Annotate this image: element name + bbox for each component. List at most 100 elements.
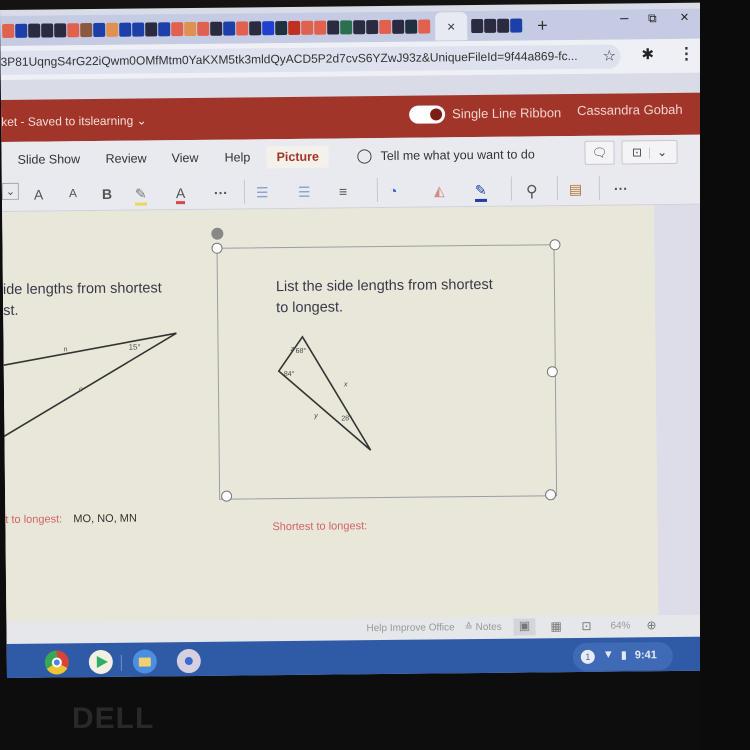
tab-slide-show[interactable]: Slide Show [17, 152, 80, 167]
left-answer-value[interactable]: MO, NO, MN [73, 513, 137, 526]
tab-favicon[interactable] [184, 21, 197, 37]
tab-view[interactable]: View [171, 151, 198, 165]
tab-favicon[interactable] [223, 21, 236, 36]
tab-favicon[interactable] [80, 23, 93, 38]
chevron-down-icon[interactable]: ⌄ [657, 145, 667, 159]
tab-favicon[interactable] [28, 23, 41, 38]
tab-favicon[interactable] [119, 22, 132, 37]
browser-menu-icon[interactable]: ⋮ [678, 44, 694, 64]
tab-favicon[interactable] [158, 22, 171, 37]
shapes-icon[interactable]: ◔ [389, 183, 398, 199]
tab-favicon[interactable] [15, 23, 28, 38]
resize-handle-bottom-right[interactable] [545, 489, 557, 501]
highlight-icon[interactable]: ✎ [134, 185, 147, 206]
tab-favicon[interactable] [262, 21, 275, 36]
tab-favicon[interactable] [41, 23, 54, 38]
designer-icon[interactable]: ▤ [569, 181, 582, 198]
document-title[interactable]: ket - Saved to itslearning ⌄ [1, 113, 147, 129]
tab-favicon[interactable] [510, 18, 523, 33]
present-button[interactable]: ⊡ | ⌄ [621, 139, 678, 165]
user-name[interactable]: Cassandra Gobah [577, 102, 683, 118]
tab-favicon[interactable] [210, 21, 223, 36]
search-icon[interactable]: ⚲ [526, 181, 538, 201]
tab-favicon[interactable] [366, 20, 379, 35]
tab-favicon[interactable] [106, 22, 119, 37]
tab-favicon[interactable] [145, 22, 158, 37]
tab-favicon[interactable] [379, 19, 392, 35]
tab-favicon[interactable] [197, 21, 210, 36]
more-options-button[interactable]: ··· [214, 185, 228, 201]
tab-favicon[interactable] [418, 19, 431, 34]
tab-favicon[interactable] [236, 21, 249, 36]
resize-handle-top-right[interactable] [549, 239, 561, 251]
chrome-app-icon[interactable] [44, 650, 69, 675]
tab-favicon[interactable] [171, 22, 184, 37]
tab-favicon[interactable] [249, 21, 262, 36]
zoom-level[interactable]: 64% [610, 620, 630, 631]
tab-favicon[interactable] [340, 20, 353, 35]
selection-box[interactable] [216, 244, 558, 500]
reading-view-icon[interactable]: ⊡ [581, 619, 591, 633]
font-color-icon[interactable]: A [175, 185, 186, 205]
bullets-icon[interactable]: ☰ [256, 184, 269, 201]
resize-handle-bottom[interactable] [221, 490, 233, 502]
play-store-app-icon[interactable] [88, 649, 113, 675]
dell-logo: DELL [72, 702, 155, 735]
tab-favicon[interactable] [497, 18, 510, 33]
shape-fill-icon[interactable]: ◭ [434, 182, 445, 199]
tab-favicon[interactable] [484, 18, 497, 33]
restore-button[interactable]: ⧉ [648, 11, 657, 26]
normal-view-icon[interactable]: ▣ [513, 618, 536, 636]
tell-me-search[interactable]: Tell me what you want to do [380, 147, 534, 163]
tab-favicon[interactable] [288, 20, 301, 35]
tab-favicon[interactable] [275, 20, 288, 36]
camera-app-icon[interactable] [176, 648, 201, 674]
comments-button[interactable]: 🗨 [584, 140, 615, 165]
minimize-button[interactable]: – [620, 9, 629, 26]
numbering-icon[interactable]: ☰ [298, 184, 311, 201]
tab-favicon[interactable] [353, 20, 366, 35]
active-tab[interactable]: × [435, 12, 468, 41]
system-tray[interactable]: 1 ▼ ▮ 9:41 [572, 641, 673, 672]
slide-sorter-icon[interactable]: ▦ [550, 619, 561, 633]
clock[interactable]: 9:41 [635, 649, 657, 661]
align-icon[interactable]: ≡ [339, 183, 347, 199]
fit-to-window-icon[interactable]: ⊕ [646, 618, 656, 632]
close-window-button[interactable]: × [680, 9, 689, 26]
single-line-ribbon-toggle[interactable] [409, 105, 446, 124]
help-improve-office-link[interactable]: Help Improve Office [366, 622, 454, 634]
tab-favicon[interactable] [67, 23, 80, 38]
tab-favicon[interactable] [54, 23, 67, 38]
tab-picture[interactable]: Picture [266, 145, 330, 169]
resize-handle-top-left[interactable] [211, 242, 223, 254]
tab-favicon[interactable] [93, 22, 106, 38]
font-size-dropdown[interactable]: ⌄ [1, 182, 20, 200]
bookmark-star-icon[interactable]: ☆ [602, 47, 616, 65]
more-options-button-2[interactable]: ··· [614, 180, 628, 196]
files-app-icon[interactable] [132, 649, 157, 674]
tab-favicon[interactable] [392, 19, 405, 34]
address-bar[interactable]: 3P81UqngS4rG22iQwm0OMfMtm0YaKXM5tk3mldQy… [0, 44, 621, 75]
grow-font-button[interactable]: A [34, 187, 44, 203]
tab-favicon[interactable] [327, 20, 340, 35]
slide[interactable]: ide lengths from shortest st. 15° n o t … [2, 205, 659, 622]
extensions-icon[interactable]: ✱ [641, 45, 654, 63]
shape-outline-icon[interactable]: ✎ [474, 181, 487, 203]
shrink-font-button[interactable]: A [69, 186, 77, 200]
tab-favicon[interactable] [132, 22, 145, 37]
tab-favicon[interactable] [2, 23, 15, 38]
toolbar-divider [376, 178, 379, 203]
bold-button[interactable]: B [102, 186, 112, 202]
rotate-handle[interactable] [211, 227, 224, 240]
tab-favicon[interactable] [405, 19, 418, 34]
tab-review[interactable]: Review [105, 151, 146, 165]
tab-favicon[interactable] [471, 18, 484, 34]
new-tab-button[interactable]: + [537, 15, 548, 36]
tab-help[interactable]: Help [224, 150, 250, 164]
tab-favicon[interactable] [314, 20, 327, 35]
notification-badge[interactable]: 1 [580, 649, 595, 664]
notes-button[interactable]: ≙ Notes [464, 622, 501, 633]
tab-close-icon[interactable]: × [447, 18, 455, 34]
tab-favicon[interactable] [301, 20, 314, 35]
resize-handle-right[interactable] [546, 366, 558, 378]
